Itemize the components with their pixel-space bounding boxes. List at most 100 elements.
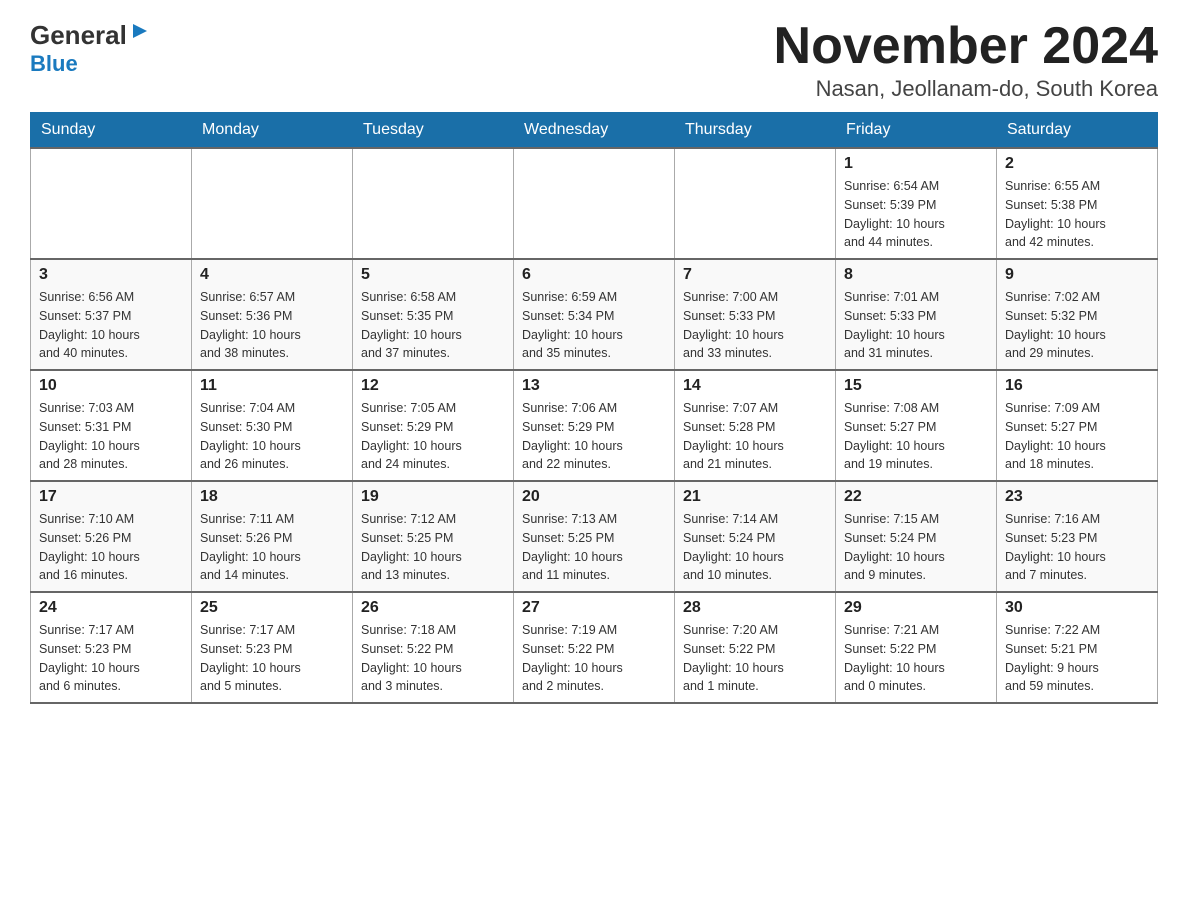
day-info: Sunrise: 6:59 AM Sunset: 5:34 PM Dayligh…: [522, 288, 666, 363]
day-info: Sunrise: 7:06 AM Sunset: 5:29 PM Dayligh…: [522, 399, 666, 474]
day-number: 9: [1005, 266, 1149, 284]
day-number: 22: [844, 488, 988, 506]
day-number: 12: [361, 377, 505, 395]
day-number: 29: [844, 599, 988, 617]
weekday-header-wednesday: Wednesday: [514, 113, 675, 149]
calendar-cell: [353, 148, 514, 259]
logo-general-text: General: [30, 20, 127, 51]
day-number: 16: [1005, 377, 1149, 395]
calendar-cell: 18 Sunrise: 7:11 AM Sunset: 5:26 PM Dayli…: [192, 481, 353, 592]
day-number: 14: [683, 377, 827, 395]
calendar-cell: 2 Sunrise: 6:55 AM Sunset: 5:38 PM Daylig…: [997, 148, 1158, 259]
calendar-table: SundayMondayTuesdayWednesdayThursdayFrid…: [30, 112, 1158, 704]
calendar-cell: 13 Sunrise: 7:06 AM Sunset: 5:29 PM Dayli…: [514, 370, 675, 481]
day-info: Sunrise: 7:04 AM Sunset: 5:30 PM Dayligh…: [200, 399, 344, 474]
day-info: Sunrise: 7:05 AM Sunset: 5:29 PM Dayligh…: [361, 399, 505, 474]
day-number: 10: [39, 377, 183, 395]
weekday-header-tuesday: Tuesday: [353, 113, 514, 149]
day-number: 4: [200, 266, 344, 284]
calendar-cell: [514, 148, 675, 259]
calendar-cell: 15 Sunrise: 7:08 AM Sunset: 5:27 PM Dayli…: [836, 370, 997, 481]
weekday-header-saturday: Saturday: [997, 113, 1158, 149]
day-number: 18: [200, 488, 344, 506]
day-info: Sunrise: 7:02 AM Sunset: 5:32 PM Dayligh…: [1005, 288, 1149, 363]
day-info: Sunrise: 7:14 AM Sunset: 5:24 PM Dayligh…: [683, 510, 827, 585]
day-info: Sunrise: 7:17 AM Sunset: 5:23 PM Dayligh…: [39, 621, 183, 696]
day-number: 27: [522, 599, 666, 617]
day-info: Sunrise: 6:58 AM Sunset: 5:35 PM Dayligh…: [361, 288, 505, 363]
calendar-cell: 24 Sunrise: 7:17 AM Sunset: 5:23 PM Dayli…: [31, 592, 192, 703]
day-info: Sunrise: 7:18 AM Sunset: 5:22 PM Dayligh…: [361, 621, 505, 696]
calendar-cell: 7Sunrise: 7:00 AM Sunset: 5:33 PM Daylig…: [675, 259, 836, 370]
day-info: Sunrise: 7:16 AM Sunset: 5:23 PM Dayligh…: [1005, 510, 1149, 585]
day-info: Sunrise: 7:13 AM Sunset: 5:25 PM Dayligh…: [522, 510, 666, 585]
day-number: 23: [1005, 488, 1149, 506]
calendar-week-row: 3 Sunrise: 6:56 AM Sunset: 5:37 PM Daylig…: [31, 259, 1158, 370]
day-info: Sunrise: 7:08 AM Sunset: 5:27 PM Dayligh…: [844, 399, 988, 474]
calendar-cell: 26 Sunrise: 7:18 AM Sunset: 5:22 PM Dayli…: [353, 592, 514, 703]
calendar-week-row: 24 Sunrise: 7:17 AM Sunset: 5:23 PM Dayli…: [31, 592, 1158, 703]
day-number: 13: [522, 377, 666, 395]
day-number: 28: [683, 599, 827, 617]
day-number: 21: [683, 488, 827, 506]
calendar-cell: 11 Sunrise: 7:04 AM Sunset: 5:30 PM Dayli…: [192, 370, 353, 481]
day-number: 5: [361, 266, 505, 284]
day-number: 17: [39, 488, 183, 506]
calendar-cell: 5 Sunrise: 6:58 AM Sunset: 5:35 PM Daylig…: [353, 259, 514, 370]
calendar-week-row: 10 Sunrise: 7:03 AM Sunset: 5:31 PM Dayli…: [31, 370, 1158, 481]
day-info: Sunrise: 7:22 AM Sunset: 5:21 PM Dayligh…: [1005, 621, 1149, 696]
calendar-cell: 29 Sunrise: 7:21 AM Sunset: 5:22 PM Dayli…: [836, 592, 997, 703]
day-number: 30: [1005, 599, 1149, 617]
calendar-week-row: 17Sunrise: 7:10 AM Sunset: 5:26 PM Dayli…: [31, 481, 1158, 592]
day-number: 20: [522, 488, 666, 506]
calendar-cell: 3 Sunrise: 6:56 AM Sunset: 5:37 PM Daylig…: [31, 259, 192, 370]
calendar-cell: 10 Sunrise: 7:03 AM Sunset: 5:31 PM Dayli…: [31, 370, 192, 481]
day-info: Sunrise: 7:03 AM Sunset: 5:31 PM Dayligh…: [39, 399, 183, 474]
weekday-header-thursday: Thursday: [675, 113, 836, 149]
calendar-cell: 9 Sunrise: 7:02 AM Sunset: 5:32 PM Daylig…: [997, 259, 1158, 370]
day-number: 7: [683, 266, 827, 284]
day-info: Sunrise: 7:21 AM Sunset: 5:22 PM Dayligh…: [844, 621, 988, 696]
day-info: Sunrise: 6:54 AM Sunset: 5:39 PM Dayligh…: [844, 177, 988, 252]
location-text: Nasan, Jeollanam-do, South Korea: [774, 76, 1158, 102]
day-info: Sunrise: 7:19 AM Sunset: 5:22 PM Dayligh…: [522, 621, 666, 696]
day-number: 19: [361, 488, 505, 506]
calendar-cell: 12 Sunrise: 7:05 AM Sunset: 5:29 PM Dayli…: [353, 370, 514, 481]
day-number: 24: [39, 599, 183, 617]
day-info: Sunrise: 6:55 AM Sunset: 5:38 PM Dayligh…: [1005, 177, 1149, 252]
logo-arrow-icon: [129, 20, 151, 47]
calendar-cell: 23 Sunrise: 7:16 AM Sunset: 5:23 PM Dayli…: [997, 481, 1158, 592]
day-number: 8: [844, 266, 988, 284]
weekday-header-row: SundayMondayTuesdayWednesdayThursdayFrid…: [31, 113, 1158, 149]
day-info: Sunrise: 7:07 AM Sunset: 5:28 PM Dayligh…: [683, 399, 827, 474]
calendar-cell: 27 Sunrise: 7:19 AM Sunset: 5:22 PM Dayli…: [514, 592, 675, 703]
day-number: 2: [1005, 155, 1149, 173]
day-info: Sunrise: 7:11 AM Sunset: 5:26 PM Dayligh…: [200, 510, 344, 585]
day-number: 26: [361, 599, 505, 617]
month-title: November 2024: [774, 20, 1158, 72]
day-info: Sunrise: 6:56 AM Sunset: 5:37 PM Dayligh…: [39, 288, 183, 363]
calendar-cell: 16 Sunrise: 7:09 AM Sunset: 5:27 PM Dayli…: [997, 370, 1158, 481]
calendar-cell: 1Sunrise: 6:54 AM Sunset: 5:39 PM Daylig…: [836, 148, 997, 259]
calendar-cell: 19 Sunrise: 7:12 AM Sunset: 5:25 PM Dayli…: [353, 481, 514, 592]
weekday-header-sunday: Sunday: [31, 113, 192, 149]
logo-blue-text: Blue: [30, 51, 78, 76]
day-info: Sunrise: 7:01 AM Sunset: 5:33 PM Dayligh…: [844, 288, 988, 363]
weekday-header-friday: Friday: [836, 113, 997, 149]
day-number: 3: [39, 266, 183, 284]
calendar-cell: 28 Sunrise: 7:20 AM Sunset: 5:22 PM Dayli…: [675, 592, 836, 703]
day-number: 15: [844, 377, 988, 395]
calendar-cell: 17Sunrise: 7:10 AM Sunset: 5:26 PM Dayli…: [31, 481, 192, 592]
calendar-cell: [31, 148, 192, 259]
weekday-header-monday: Monday: [192, 113, 353, 149]
calendar-cell: 8 Sunrise: 7:01 AM Sunset: 5:33 PM Daylig…: [836, 259, 997, 370]
page-header: General Blue November 2024 Nasan, Jeolla…: [30, 20, 1158, 102]
calendar-cell: 20 Sunrise: 7:13 AM Sunset: 5:25 PM Dayli…: [514, 481, 675, 592]
calendar-cell: 22Sunrise: 7:15 AM Sunset: 5:24 PM Dayli…: [836, 481, 997, 592]
day-info: Sunrise: 7:09 AM Sunset: 5:27 PM Dayligh…: [1005, 399, 1149, 474]
day-info: Sunrise: 7:12 AM Sunset: 5:25 PM Dayligh…: [361, 510, 505, 585]
day-number: 11: [200, 377, 344, 395]
day-info: Sunrise: 7:20 AM Sunset: 5:22 PM Dayligh…: [683, 621, 827, 696]
title-section: November 2024 Nasan, Jeollanam-do, South…: [774, 20, 1158, 102]
calendar-cell: 6Sunrise: 6:59 AM Sunset: 5:34 PM Daylig…: [514, 259, 675, 370]
